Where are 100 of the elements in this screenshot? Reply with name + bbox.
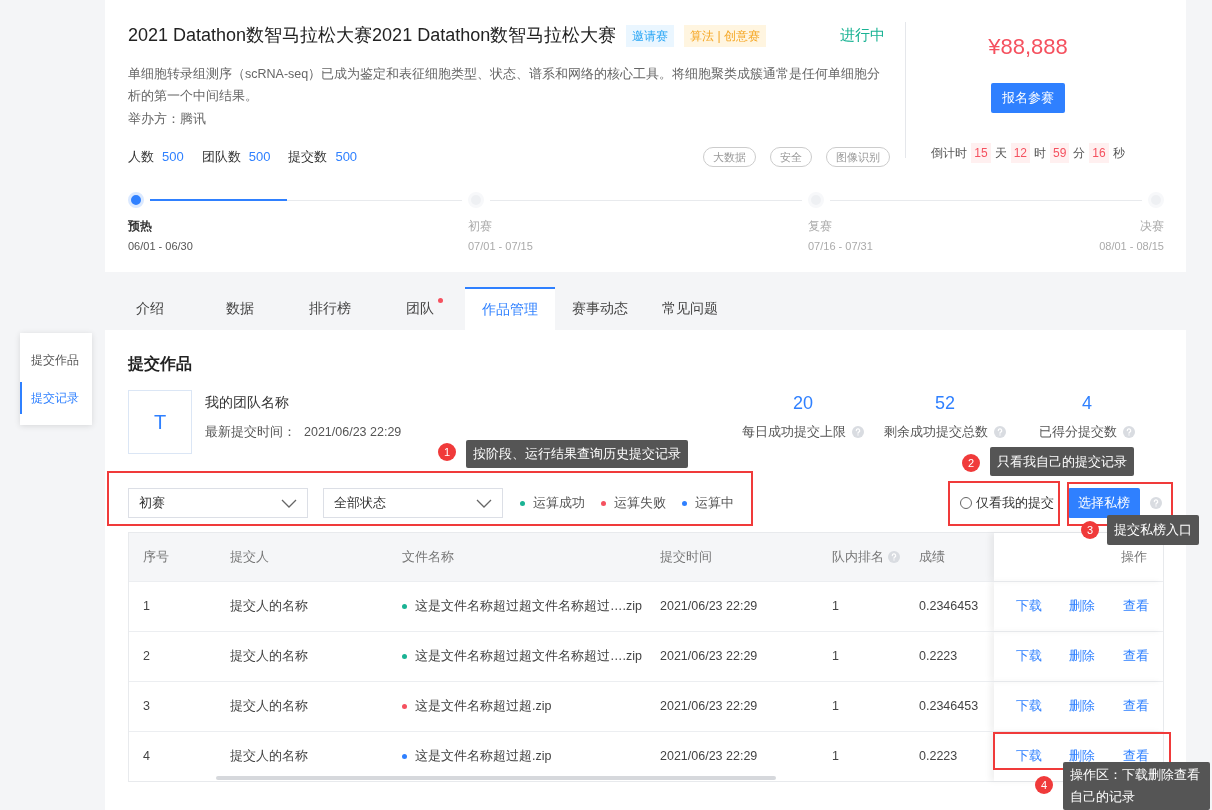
latest-submit-label: 最新提交时间： xyxy=(205,424,296,441)
contest-title: 2021 Datathon数智马拉松大赛2021 Datathon数智马拉松大赛 xyxy=(128,24,617,47)
side-nav-item[interactable]: 提交记录 xyxy=(20,382,92,414)
stat-label: 每日成功提交上限 xyxy=(742,424,846,441)
tab[interactable]: 团队 xyxy=(375,287,465,330)
table-cell-text: 提交人的名称 xyxy=(230,748,308,766)
table-cell-text: 1 xyxy=(832,648,839,666)
countdown-value: 15 xyxy=(971,143,991,163)
stage-name: 决赛 xyxy=(1140,218,1164,236)
action-link[interactable]: 查看 xyxy=(1123,597,1150,616)
action-link[interactable]: 删除 xyxy=(1069,697,1096,716)
help-icon[interactable] xyxy=(994,426,1006,439)
countdown-unit: 时 xyxy=(1034,145,1046,162)
side-nav-item[interactable]: 提交作品 xyxy=(20,344,92,376)
action-link[interactable]: 查看 xyxy=(1123,647,1150,666)
countdown-unit: 天 xyxy=(994,145,1007,162)
legend-label: 运算中 xyxy=(695,494,734,512)
legend-label: 运算失败 xyxy=(614,494,666,512)
table-cell-text: 提交人的名称 xyxy=(230,598,308,616)
action-link[interactable]: 下载 xyxy=(1015,747,1042,766)
file-name: 这是文件名称超过超文件名称超过….zip xyxy=(415,648,642,666)
column-header: 序号 xyxy=(143,548,169,566)
table-cell-text: 2 xyxy=(143,648,150,666)
private-board-button[interactable]: 选择私榜 xyxy=(1068,488,1140,518)
file-name: 这是文件名称超过超.zip xyxy=(415,748,552,766)
count-value: 500 xyxy=(335,148,358,167)
table-cell-text: 1 xyxy=(832,698,839,716)
status-label: 进行中 xyxy=(840,25,885,46)
help-icon[interactable] xyxy=(1150,497,1162,509)
chevron-down-icon xyxy=(281,498,297,508)
stage-name: 复赛 xyxy=(808,218,833,236)
action-link[interactable]: 下载 xyxy=(1015,697,1042,716)
filter-select[interactable]: 初赛 xyxy=(128,488,308,518)
legend-label: 运算成功 xyxy=(533,494,585,512)
stage-dates: 07/16 - 07/31 xyxy=(808,239,873,255)
file-name: 这是文件名称超过超.zip xyxy=(415,698,552,716)
column-header: 提交时间 xyxy=(660,548,712,566)
help-icon[interactable] xyxy=(888,551,900,563)
tab[interactable]: 介绍 xyxy=(105,287,195,330)
team-name: 我的团队名称 xyxy=(205,393,290,412)
table-cell-text: 提交人的名称 xyxy=(230,698,308,716)
count-label: 团队数 xyxy=(201,148,241,167)
help-icon[interactable] xyxy=(852,426,864,439)
countdown-value: 12 xyxy=(1010,143,1030,163)
table-cell-text: 0.2346453 xyxy=(919,698,979,716)
register-button[interactable]: 报名参赛 xyxy=(991,83,1065,113)
filter-select[interactable]: 全部状态 xyxy=(323,488,503,518)
tab[interactable]: 常见问题 xyxy=(645,287,735,330)
tab[interactable]: 赛事动态 xyxy=(555,287,645,330)
column-header: 队内排名 xyxy=(832,548,884,566)
contest-badge: 算法 | 创意赛 xyxy=(684,24,766,47)
column-header: 成绩 xyxy=(919,548,945,566)
table-cell-text: 1 xyxy=(143,598,150,616)
table-cell-text: 1 xyxy=(832,748,839,766)
stage-dates: 06/01 - 06/30 xyxy=(128,239,193,255)
stat-value: 20 xyxy=(793,392,813,415)
stage-dates: 08/01 - 08/15 xyxy=(1099,239,1164,255)
table-cell-text: 2021/06/23 22:29 xyxy=(660,598,758,616)
contest-badge: 邀请赛 xyxy=(626,24,675,47)
help-icon[interactable] xyxy=(1123,426,1135,439)
table-cell-text: 2021/06/23 22:29 xyxy=(660,698,758,716)
tab[interactable]: 数据 xyxy=(195,287,285,330)
table-cell-text: 4 xyxy=(143,748,150,766)
count-label: 提交数 xyxy=(288,148,328,167)
table-cell-text: 1 xyxy=(832,598,839,616)
table-cell-text: 提交人的名称 xyxy=(230,648,308,666)
tab[interactable]: 作品管理 xyxy=(465,287,555,330)
stat-value: 52 xyxy=(935,392,955,415)
table-cell-text: 0.2346453 xyxy=(919,598,979,616)
annotation-tooltip: 按阶段、运行结果查询历史提交记录 xyxy=(466,440,688,468)
section-title: 提交作品 xyxy=(128,354,193,374)
file-name: 这是文件名称超过超文件名称超过….zip xyxy=(415,598,642,616)
column-header: 操作 xyxy=(1121,548,1147,566)
chevron-down-icon xyxy=(476,498,492,508)
contest-description: 单细胞转录组测序（scRNA-seq）已成为鉴定和表征细胞类型、状态、谱系和网络的核心工具。将细胞聚类成簇通常是任何单细胞分析的第一个中间结果。 xyxy=(128,66,882,105)
prize-amount: ¥88,888 xyxy=(988,33,1068,61)
action-link[interactable]: 删除 xyxy=(1069,647,1096,666)
action-link[interactable]: 查看 xyxy=(1123,697,1150,716)
column-header: 文件名称 xyxy=(402,548,454,566)
annotation-tooltip: 提交私榜入口 xyxy=(1107,515,1199,545)
team-avatar: T xyxy=(128,390,192,454)
column-header: 提交人 xyxy=(230,548,269,566)
table-cell-text: 0.2223 xyxy=(919,648,958,666)
stage-dates: 07/01 - 07/15 xyxy=(468,239,533,255)
stage-name: 预热 xyxy=(128,218,153,236)
table-cell-text: 0.2223 xyxy=(919,748,958,766)
action-link[interactable]: 下载 xyxy=(1015,597,1042,616)
countdown-unit: 秒 xyxy=(1112,145,1125,162)
latest-submit-time: 2021/06/23 22:29 xyxy=(304,424,402,441)
stat-value: 4 xyxy=(1082,392,1092,415)
countdown-unit: 分 xyxy=(1073,145,1086,162)
countdown-value: 59 xyxy=(1050,143,1070,163)
annotation-tooltip: 操作区：下载删除查看自己的记录 xyxy=(1063,762,1210,810)
action-link[interactable]: 下载 xyxy=(1015,647,1042,666)
table-cell-text: 2021/06/23 22:29 xyxy=(660,648,758,666)
tab[interactable]: 排行榜 xyxy=(285,287,375,330)
only-mine-radio[interactable]: 仅看我的提交 xyxy=(960,493,1054,513)
count-value: 500 xyxy=(248,148,271,167)
action-link[interactable]: 删除 xyxy=(1069,597,1096,616)
table-cell-text: 2021/06/23 22:29 xyxy=(660,748,758,766)
